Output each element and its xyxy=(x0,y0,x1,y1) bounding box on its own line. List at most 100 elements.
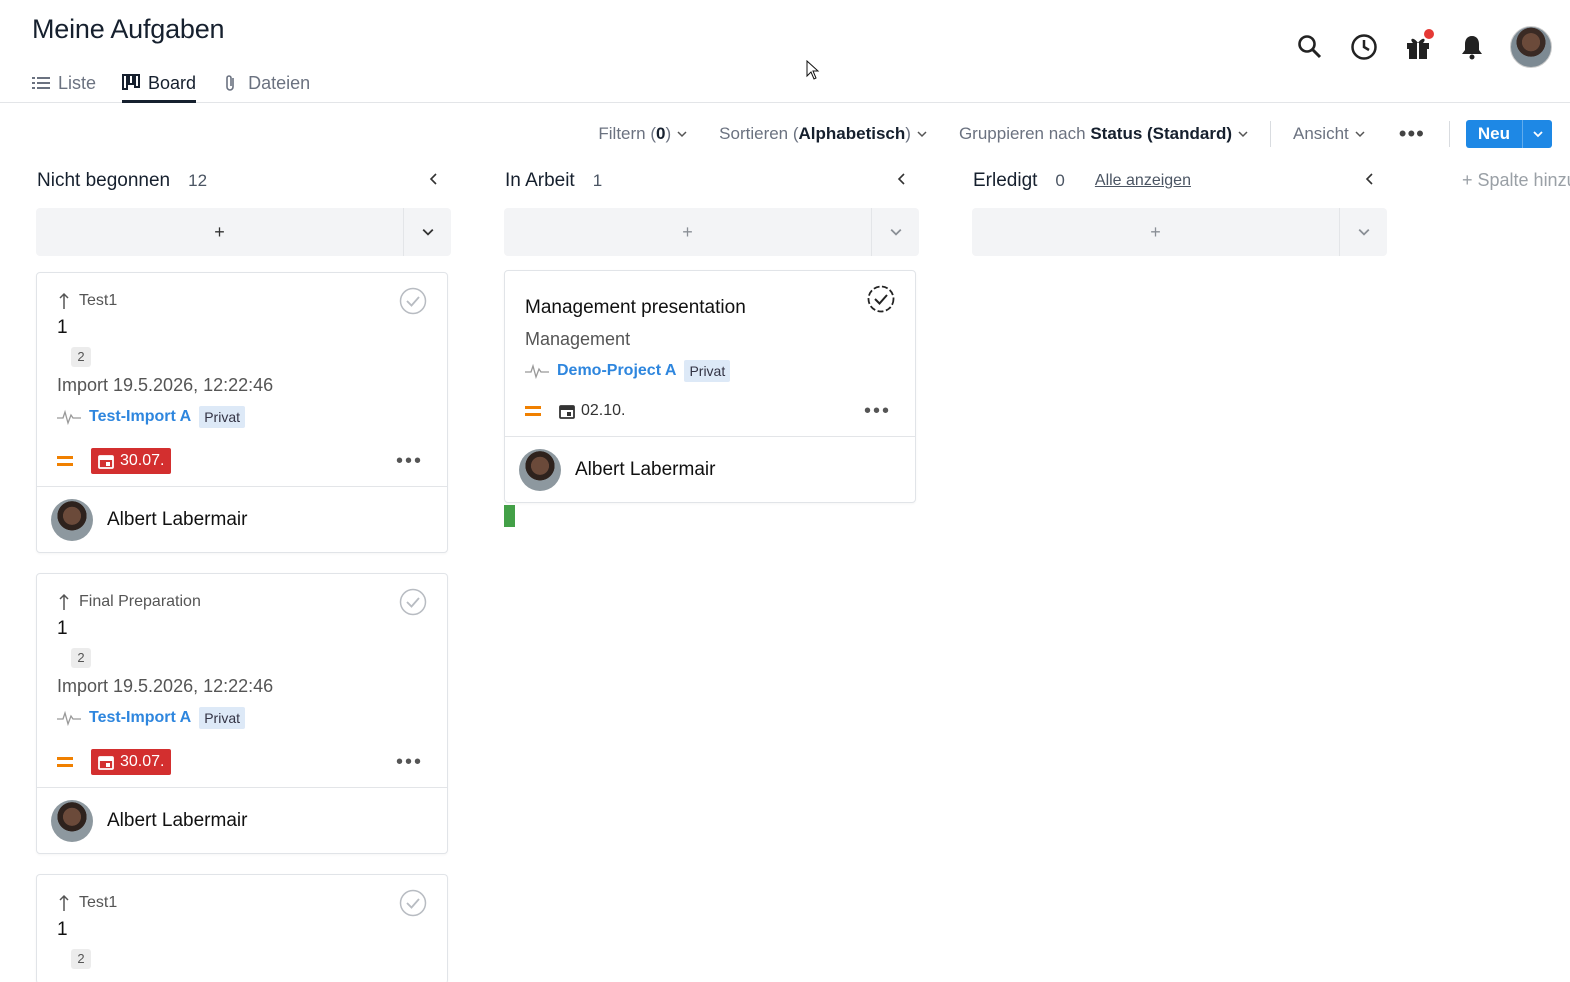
project-link[interactable]: Test-Import A xyxy=(89,709,191,727)
tab-label: Dateien xyxy=(248,72,311,93)
filter-button[interactable]: Filtern (0) xyxy=(582,124,703,144)
tab-liste[interactable]: Liste xyxy=(32,64,96,102)
show-all-link[interactable]: Alle anzeigen xyxy=(1095,172,1191,190)
column-header: Erledigt 0 Alle anzeigen xyxy=(972,160,1387,202)
complete-check-icon[interactable] xyxy=(867,285,895,313)
card-more-button[interactable]: ••• xyxy=(396,450,423,473)
add-task-button[interactable]: + xyxy=(504,208,871,256)
tab-dateien[interactable]: Dateien xyxy=(222,64,310,102)
user-avatar[interactable] xyxy=(1510,26,1552,68)
add-task-dropdown[interactable] xyxy=(1339,208,1387,256)
gift-button[interactable] xyxy=(1402,29,1434,63)
priority-medium-icon[interactable] xyxy=(525,406,541,416)
parent-arrow-icon xyxy=(59,593,69,610)
parent-task[interactable]: Test1 xyxy=(57,289,427,313)
add-column-button[interactable]: + Spalte hinzufügen xyxy=(1462,170,1570,191)
column-header: Nicht begonnen 12 xyxy=(36,160,451,202)
column-in-arbeit: In Arbeit 1 + Management presentation Ma… xyxy=(504,160,919,527)
due-date-badge[interactable]: 30.07. xyxy=(91,749,172,775)
notifications-button[interactable] xyxy=(1456,31,1488,63)
page-title: Meine Aufgaben xyxy=(32,14,225,44)
calendar-icon xyxy=(98,756,114,770)
task-meta: 02.10. ••• xyxy=(525,388,895,434)
add-task-button[interactable]: + xyxy=(36,208,403,256)
add-task-bar: + xyxy=(504,208,919,256)
calendar-icon xyxy=(559,405,575,419)
board-icon xyxy=(122,74,141,90)
complete-check-icon[interactable] xyxy=(399,889,427,917)
view-button[interactable]: Ansicht xyxy=(1277,124,1381,144)
priority-medium-icon[interactable] xyxy=(57,456,73,466)
task-title: 1 xyxy=(57,919,68,940)
column-count: 0 xyxy=(1055,171,1065,190)
project-link[interactable]: Demo-Project A xyxy=(557,362,676,380)
task-title: Management presentation xyxy=(525,297,746,318)
task-card[interactable]: Final Preparation 1 2 Import 19.5.2026, … xyxy=(36,573,448,854)
parent-arrow-icon xyxy=(59,292,69,309)
chevron-down-icon xyxy=(1532,131,1543,138)
add-task-dropdown[interactable] xyxy=(871,208,919,256)
task-card[interactable]: Test1 1 2 Import 19.5.2026, 12:22:46 Tes… xyxy=(36,272,448,553)
assignee-row[interactable]: Albert Labermair xyxy=(505,436,915,502)
due-date-label: 30.07. xyxy=(120,753,165,770)
chevron-down-icon xyxy=(1355,131,1365,138)
due-date-badge[interactable]: 02.10. xyxy=(559,402,625,420)
project-line: Test-Import A Privat xyxy=(57,404,427,430)
avatar xyxy=(51,799,93,842)
add-task-bar: + xyxy=(972,208,1387,256)
priority-medium-icon[interactable] xyxy=(57,757,73,767)
assignee-row[interactable]: Albert Labermair xyxy=(37,787,447,853)
sort-button[interactable]: Sortieren (Alphabetisch) xyxy=(703,124,943,144)
history-button[interactable] xyxy=(1348,31,1380,63)
search-button[interactable] xyxy=(1294,31,1326,63)
add-task-bar: + xyxy=(36,208,451,256)
parent-task-label: Test1 xyxy=(79,894,118,911)
task-card[interactable]: Test1 1 2 xyxy=(36,874,448,982)
chevron-down-icon xyxy=(890,228,901,236)
column-title: Nicht begonnen xyxy=(37,170,171,191)
collapse-column-icon[interactable] xyxy=(895,172,909,186)
complete-check-icon[interactable] xyxy=(399,588,427,616)
task-card[interactable]: Management presentation Management Demo-… xyxy=(504,270,916,503)
column-count: 1 xyxy=(592,171,603,190)
sort-label: Sortieren (Alphabetisch) xyxy=(719,124,911,143)
parent-task[interactable]: Final Preparation xyxy=(57,590,427,614)
due-date-badge[interactable]: 30.07. xyxy=(91,448,172,474)
subtask-count-badge[interactable]: 2 xyxy=(71,347,91,367)
page-header: Meine Aufgaben Liste Board Dateien xyxy=(0,0,1570,103)
chevron-down-icon xyxy=(917,131,927,138)
bell-icon xyxy=(1462,36,1482,60)
add-task-button[interactable]: + xyxy=(972,208,1339,256)
card-more-button[interactable]: ••• xyxy=(864,400,891,423)
progress-indicator xyxy=(504,505,515,527)
header-actions xyxy=(1294,26,1552,68)
activity-pulse-icon xyxy=(57,710,81,726)
search-icon xyxy=(1298,35,1322,59)
subtask-count-badge[interactable]: 2 xyxy=(71,648,91,668)
due-date-label: 02.10. xyxy=(581,402,626,419)
assignee-row[interactable]: Albert Labermair xyxy=(37,486,447,552)
paperclip-icon xyxy=(226,75,234,91)
parent-task[interactable]: Test1 xyxy=(57,891,427,915)
chevron-down-icon xyxy=(1358,228,1369,236)
subtask-count-badge[interactable]: 2 xyxy=(71,949,91,969)
chevron-down-icon xyxy=(677,131,687,138)
group-button[interactable]: Gruppieren nach Status (Standard) xyxy=(943,124,1264,144)
new-task-label[interactable]: Neu xyxy=(1466,120,1522,148)
view-label: Ansicht xyxy=(1293,124,1349,143)
new-task-dropdown[interactable] xyxy=(1522,120,1552,148)
calendar-icon xyxy=(98,455,114,469)
complete-check-icon[interactable] xyxy=(399,287,427,315)
project-link[interactable]: Test-Import A xyxy=(89,408,191,426)
task-description: Import 19.5.2026, 12:22:46 xyxy=(57,375,274,395)
more-options-button[interactable]: ••• xyxy=(1381,121,1443,147)
group-label: Gruppieren nach Status (Standard) xyxy=(958,124,1233,143)
add-task-dropdown[interactable] xyxy=(403,208,451,256)
assignee-name: Albert Labermair xyxy=(575,458,716,480)
card-more-button[interactable]: ••• xyxy=(396,751,423,774)
tab-board[interactable]: Board xyxy=(122,64,197,103)
collapse-column-icon[interactable] xyxy=(427,172,441,186)
collapse-column-icon[interactable] xyxy=(1363,172,1377,186)
new-task-button[interactable]: Neu xyxy=(1465,120,1552,148)
task-meta: 30.07. ••• xyxy=(57,438,427,484)
